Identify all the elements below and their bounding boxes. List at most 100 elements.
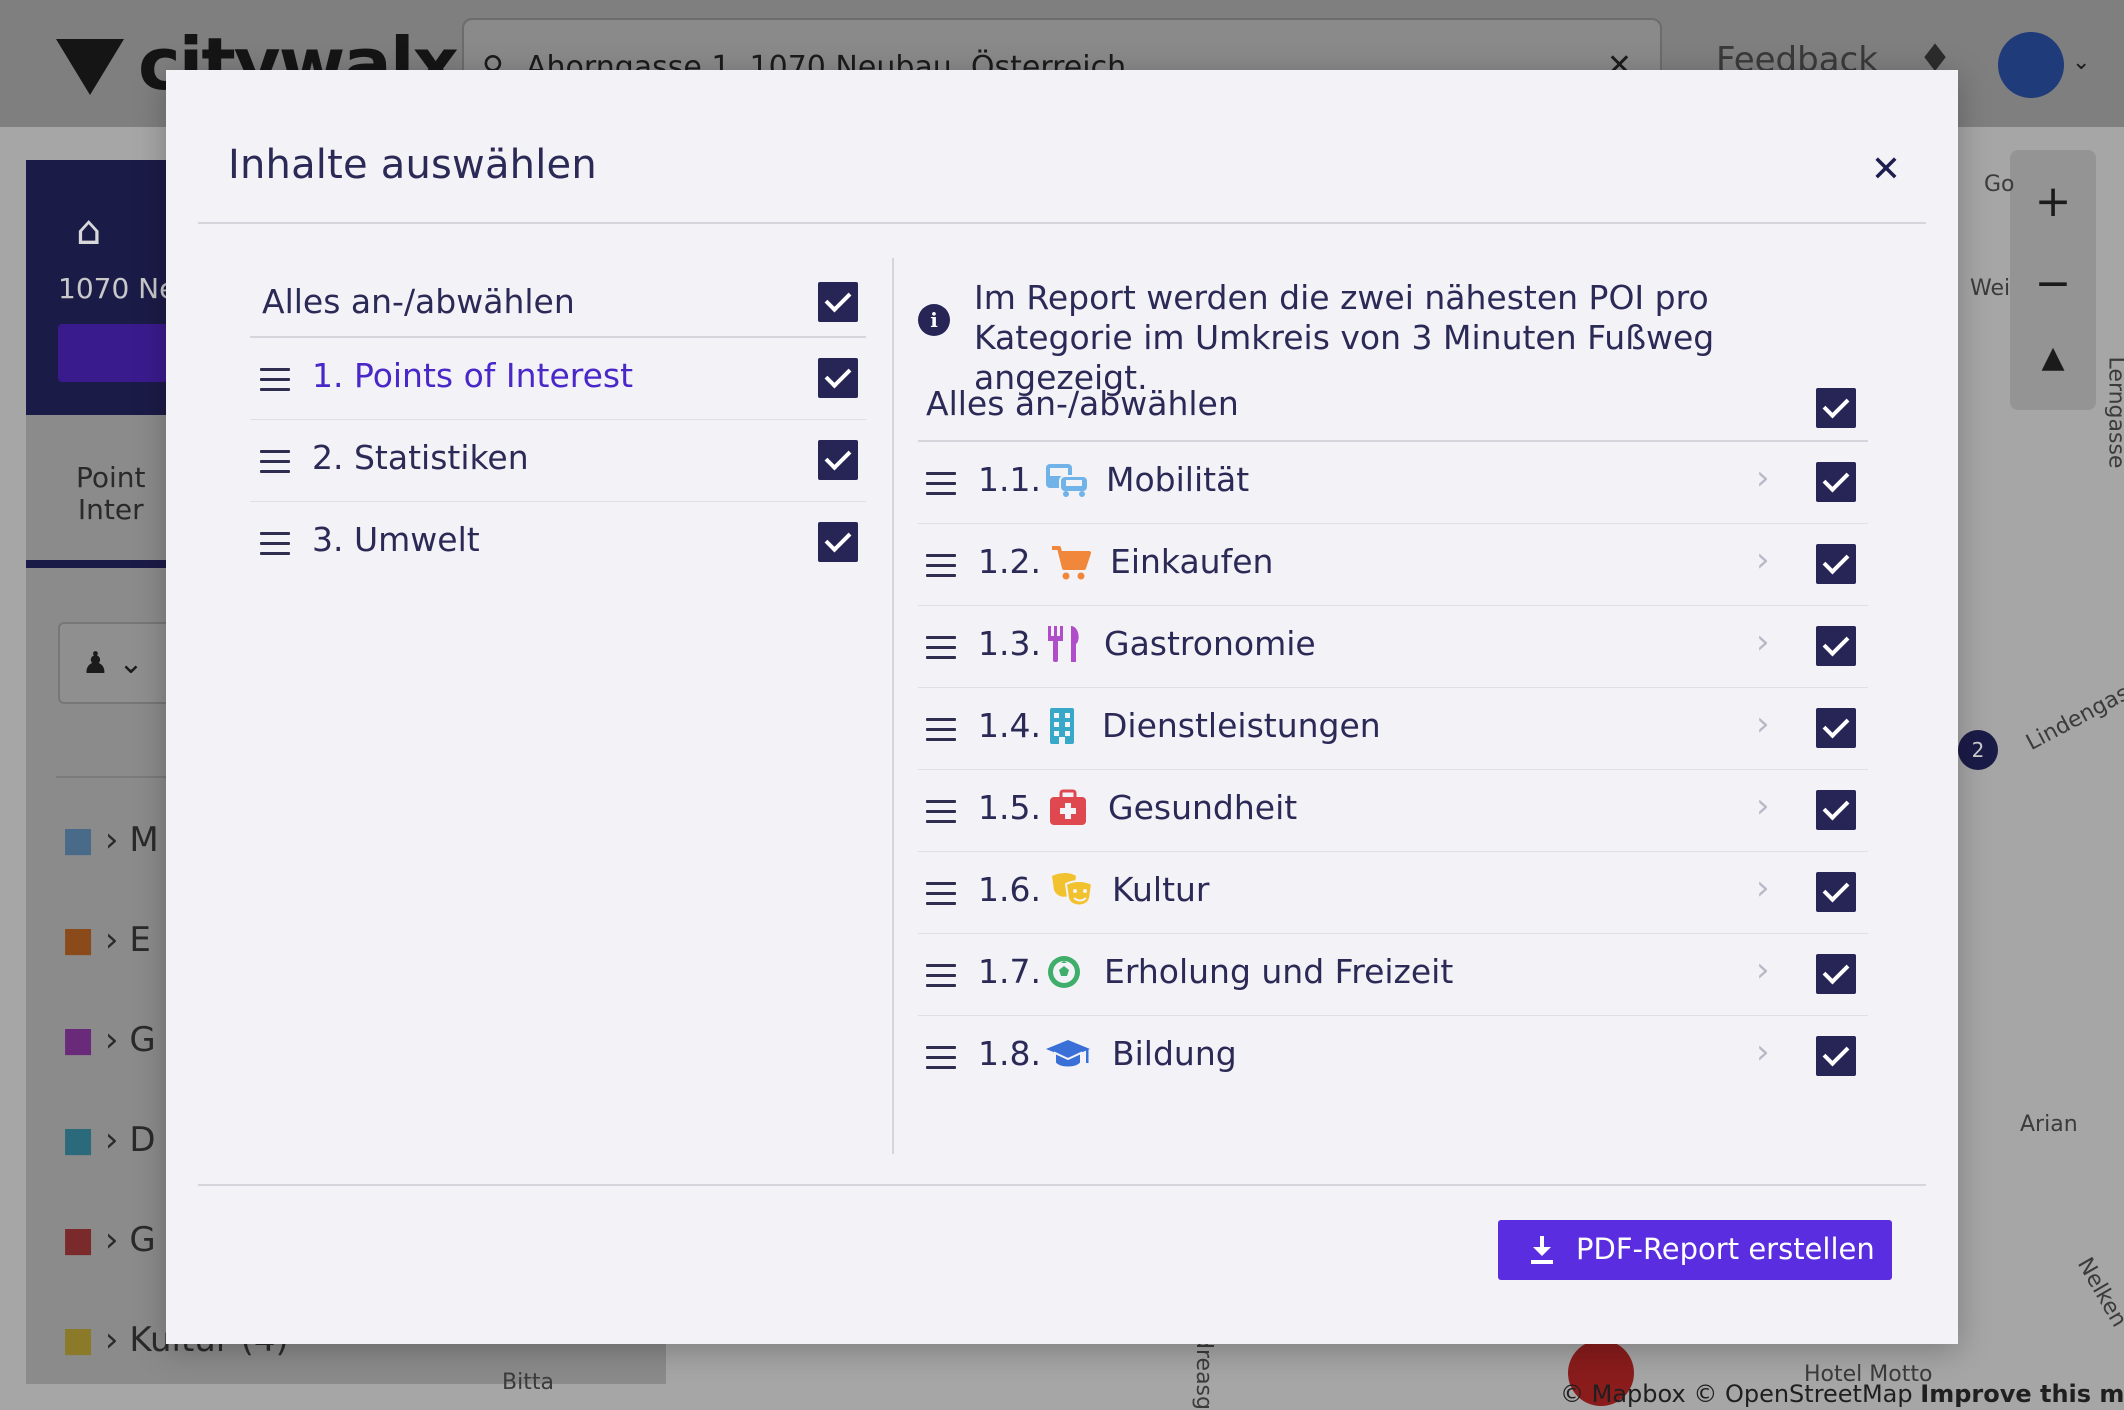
create-pdf-report-button[interactable]: PDF-Report erstellen <box>1498 1220 1892 1280</box>
dialog-header-divider <box>198 222 1926 224</box>
category-label: Dienstleistungen <box>1102 706 1381 745</box>
chevron-right-icon[interactable]: › <box>1756 868 1770 908</box>
right-select-all-checkbox[interactable] <box>1816 388 1856 428</box>
utensils-icon: ■ <box>62 1020 95 1060</box>
category-checkbox[interactable] <box>1816 626 1856 666</box>
map-street-label: dreasg <box>1190 1335 1216 1410</box>
map-street-label: Wei <box>1970 276 2011 301</box>
drag-handle-icon[interactable] <box>926 800 956 824</box>
building-icon <box>1050 708 1074 744</box>
category-checkbox[interactable] <box>1816 790 1856 830</box>
category-item-culture[interactable]: 1.6. Kultur › <box>918 852 1868 934</box>
zoom-out-button[interactable]: − <box>2010 258 2096 309</box>
section-item-environment[interactable]: 3. Umwelt <box>250 502 866 584</box>
sidebar-item-gastronomy[interactable]: ■ › G <box>62 1020 156 1060</box>
column-divider <box>892 258 894 1154</box>
tab-points-of-interest[interactable]: Point Inter <box>76 462 146 526</box>
category-checkbox[interactable] <box>1816 1036 1856 1076</box>
soccer-ball-icon <box>1048 956 1080 988</box>
category-item-gastronomy[interactable]: 1.3. Gastronomie › <box>918 606 1868 688</box>
home-icon: ⌂ <box>76 208 102 254</box>
category-item-education[interactable]: 1.8. Bildung › <box>918 1016 1868 1098</box>
logo-mark-icon <box>56 39 124 95</box>
section-item-label: 3. Umwelt <box>312 520 480 559</box>
sidebar-item-services[interactable]: ■ › D <box>62 1120 156 1160</box>
section-checkbox[interactable] <box>818 522 858 562</box>
section-item-statistics[interactable]: 2. Statistiken <box>250 420 866 502</box>
category-checkbox[interactable] <box>1816 708 1856 748</box>
sidebar-item-mobility[interactable]: ■ › M <box>62 820 159 860</box>
info-text: Im Report werden die zwei nähesten POI p… <box>974 278 1715 397</box>
category-number: 1.4. <box>978 706 1041 745</box>
sidebar-item-shopping[interactable]: ■ › E <box>62 920 151 960</box>
drag-handle-icon[interactable] <box>926 964 956 988</box>
drag-handle-icon[interactable] <box>260 368 290 392</box>
chevron-right-icon[interactable]: › <box>1756 622 1770 662</box>
chevron-right-icon[interactable]: › <box>1756 1032 1770 1072</box>
chevron-right-icon[interactable]: › <box>1756 540 1770 580</box>
tab-label-line2: Inter <box>77 493 144 526</box>
category-label: Bildung <box>1112 1034 1237 1073</box>
section-item-label: 2. Statistiken <box>312 438 529 477</box>
compass-button[interactable]: ▲ <box>2010 340 2096 375</box>
category-number: 1.1. <box>978 460 1041 499</box>
avatar[interactable] <box>1998 32 2064 98</box>
map-cluster-marker[interactable]: 2 <box>1958 730 1998 770</box>
chevron-right-icon[interactable]: › <box>1756 786 1770 826</box>
drag-handle-icon[interactable] <box>926 1046 956 1070</box>
section-item-points-of-interest[interactable]: 1. Points of Interest <box>250 338 866 420</box>
drag-handle-icon[interactable] <box>926 554 956 578</box>
chevron-down-icon[interactable]: ⌄ <box>2072 50 2090 75</box>
dialog-title: Inhalte auswählen <box>228 142 597 188</box>
category-label: Gastronomie <box>1104 624 1316 663</box>
category-item-recreation[interactable]: 1.7. Erholung und Freizeit › <box>918 934 1868 1016</box>
category-item-shopping[interactable]: 1.2. Einkaufen › <box>918 524 1868 606</box>
map-street-label: Lindengasse <box>2022 669 2124 756</box>
shopping-cart-icon: ■ <box>62 920 95 960</box>
sidebar-item-health[interactable]: ■ › G <box>62 1220 156 1260</box>
drag-handle-icon[interactable] <box>926 472 956 496</box>
first-aid-kit-icon <box>1050 789 1086 825</box>
category-label: Erholung und Freizeit <box>1104 952 1454 991</box>
sidebar-item-label: E <box>129 920 151 960</box>
drag-handle-icon[interactable] <box>260 450 290 474</box>
drag-handle-icon[interactable] <box>926 636 956 660</box>
close-icon[interactable]: ✕ <box>1866 150 1906 190</box>
left-select-all-label: Alles an-/abwählen <box>262 282 575 321</box>
info-icon: i <box>918 304 950 336</box>
building-icon: ■ <box>62 1120 95 1160</box>
chevron-right-icon[interactable]: › <box>1756 704 1770 744</box>
category-checkbox[interactable] <box>1816 954 1856 994</box>
category-checkbox[interactable] <box>1816 544 1856 584</box>
first-aid-kit-icon: ■ <box>62 1220 95 1260</box>
left-select-all-checkbox[interactable] <box>818 282 858 322</box>
category-label: Gesundheit <box>1108 788 1298 827</box>
improve-map-link[interactable]: Improve this map <box>1920 1380 2124 1408</box>
download-icon <box>1531 1236 1553 1264</box>
chevron-right-icon[interactable]: › <box>1756 950 1770 990</box>
chevron-right-icon[interactable]: › <box>1756 458 1770 498</box>
category-number: 1.5. <box>978 788 1041 827</box>
category-number: 1.7. <box>978 952 1041 991</box>
map-street-label: Bitta <box>502 1370 554 1395</box>
attribution-mapbox[interactable]: © Mapbox <box>1560 1380 1686 1408</box>
category-checkbox[interactable] <box>1816 872 1856 912</box>
shopping-cart-icon <box>1052 546 1091 580</box>
zoom-in-button[interactable]: + <box>2010 176 2096 227</box>
graduation-cap-icon <box>1046 1040 1090 1069</box>
attribution-osm[interactable]: © OpenStreetMap <box>1693 1380 1912 1408</box>
utensils-icon <box>1048 626 1079 662</box>
category-checkbox[interactable] <box>1816 462 1856 502</box>
sidebar-address: 1070 Ne <box>58 272 177 305</box>
right-select-all-label: Alles an-/abwählen <box>926 384 1239 423</box>
bus-car-icon: ■ <box>62 820 95 860</box>
category-item-mobility[interactable]: 1.1. Mobilität › <box>918 442 1868 524</box>
category-item-services[interactable]: 1.4. Dienstleistungen › <box>918 688 1868 770</box>
category-item-health[interactable]: 1.5. Gesundheit › <box>918 770 1868 852</box>
tab-label-line1: Point <box>76 461 146 494</box>
drag-handle-icon[interactable] <box>926 718 956 742</box>
drag-handle-icon[interactable] <box>926 882 956 906</box>
section-checkbox[interactable] <box>818 358 858 398</box>
drag-handle-icon[interactable] <box>260 532 290 556</box>
section-checkbox[interactable] <box>818 440 858 480</box>
